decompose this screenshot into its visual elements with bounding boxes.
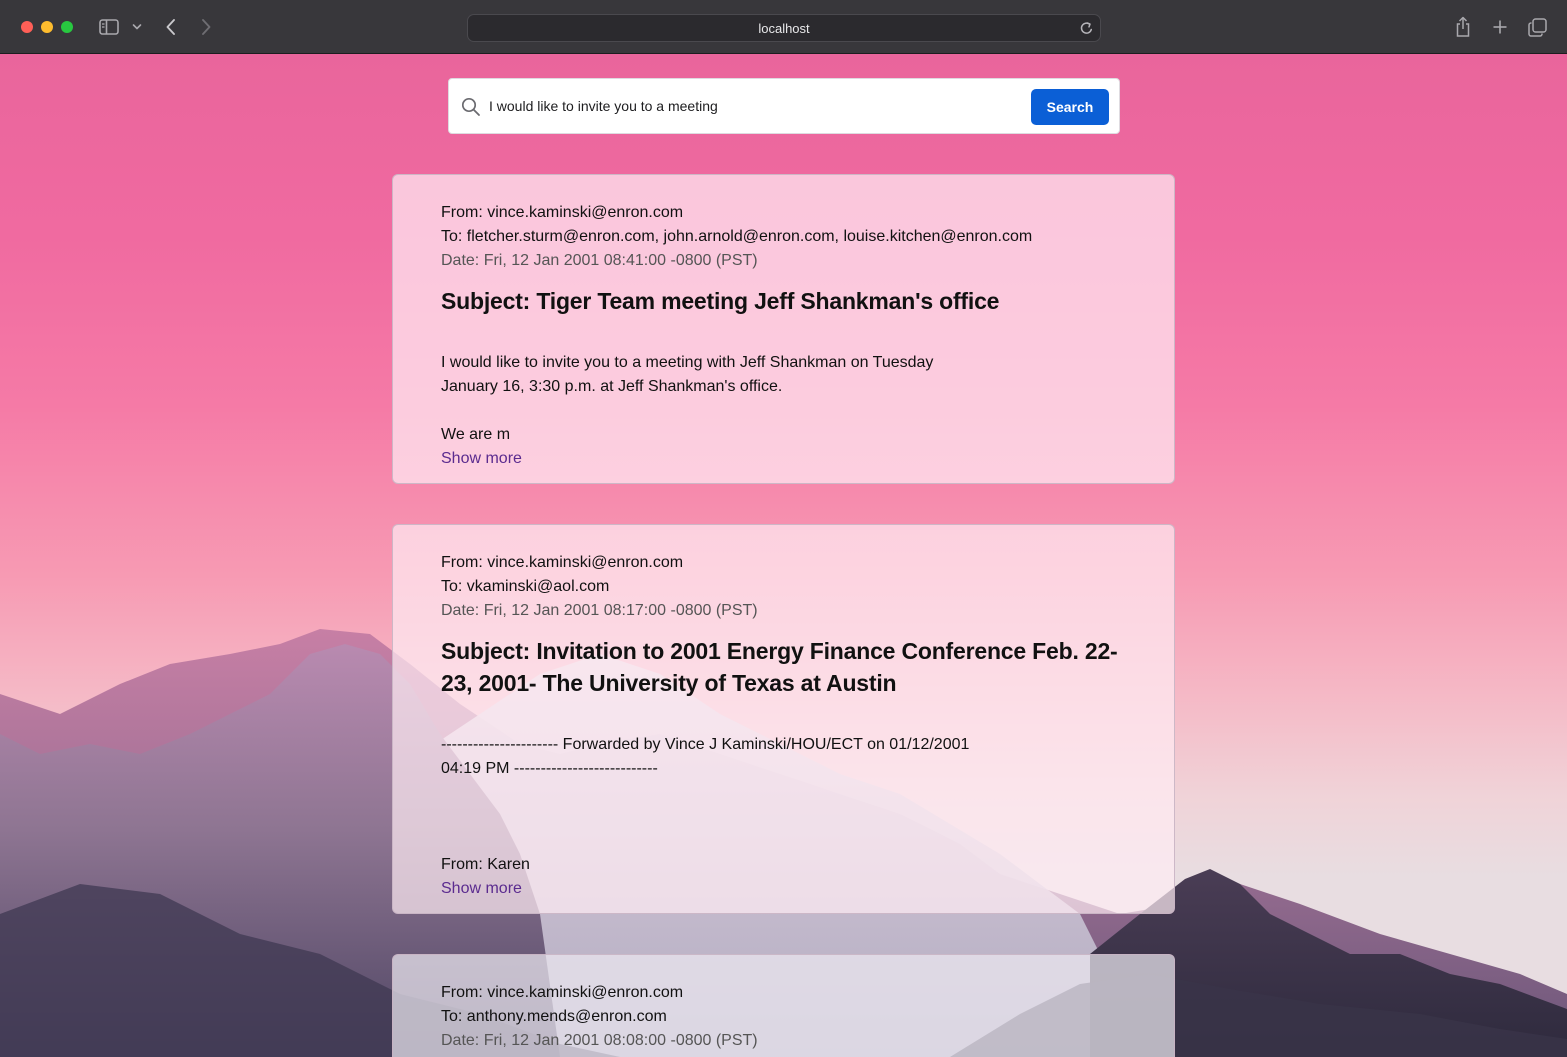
window-minimize-button[interactable] [41,21,53,33]
search-button[interactable]: Search [1031,89,1109,125]
new-tab-button[interactable] [1489,14,1511,40]
email-date: Date: Fri, 12 Jan 2001 08:41:00 -0800 (P… [441,252,758,269]
address-bar[interactable]: localhost [467,14,1101,42]
search-bar: Search [448,78,1120,134]
sidebar-toggle-button[interactable] [97,14,121,40]
page-background: Search From: vince.kaminski@enron.com To… [0,54,1567,1057]
email-body-preview: ---------------------- Forwarded by Vinc… [441,736,970,873]
email-body-preview: I would like to invite you to a meeting … [441,354,934,443]
forward-button[interactable] [196,14,216,40]
reload-icon [1080,22,1093,34]
reload-button[interactable] [1079,20,1094,41]
tab-group-menu-button[interactable] [130,14,144,40]
tab-overview-button[interactable] [1526,14,1548,40]
email-to: To: vkaminski@aol.com [441,578,610,595]
chevron-left-icon [166,19,175,35]
tabs-icon [1527,17,1547,37]
email-date: Date: Fri, 12 Jan 2001 08:08:00 -0800 (P… [441,1032,758,1049]
email-from: From: vince.kaminski@enron.com [441,204,684,221]
window-close-button[interactable] [21,21,33,33]
email-from: From: vince.kaminski@enron.com [441,984,684,1001]
share-button[interactable] [1452,14,1474,40]
chevron-right-icon [202,19,211,35]
email-to: To: fletcher.sturm@enron.com, john.arnol… [441,228,1033,245]
email-subject: Subject: Tiger Team meeting Jeff Shankma… [441,288,1000,314]
search-icon [461,97,480,116]
email-date: Date: Fri, 12 Jan 2001 08:17:00 -0800 (P… [441,602,758,619]
search-input[interactable] [489,93,1029,119]
back-button[interactable] [161,14,181,40]
email-to: To: anthony.mends@enron.com [441,1008,667,1025]
sidebar-icon [99,19,119,35]
email-subject: Subject: Invitation to 2001 Energy Finan… [441,638,1118,696]
chevron-down-icon [132,24,142,30]
show-more-link[interactable]: Show more [441,877,522,901]
email-result-card: From: vince.kaminski@enron.com To: antho… [392,954,1175,1057]
window-zoom-button[interactable] [61,21,73,33]
address-url: localhost [758,21,810,36]
share-icon [1456,16,1470,37]
plus-icon [1493,20,1507,34]
email-from: From: vince.kaminski@enron.com [441,554,684,571]
email-result-card: From: vince.kaminski@enron.com To: fletc… [392,174,1175,484]
show-more-link[interactable]: Show more [441,447,522,471]
browser-toolbar: localhost [0,0,1567,54]
email-result-card: From: vince.kaminski@enron.com To: vkami… [392,524,1175,914]
